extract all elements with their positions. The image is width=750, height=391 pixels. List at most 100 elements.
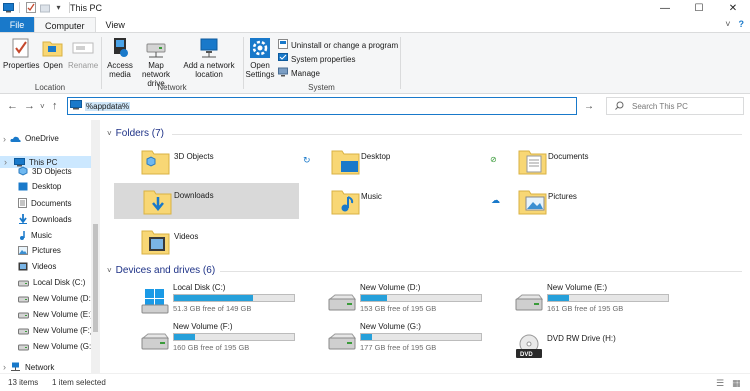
folder-tile-pictures[interactable]: Pictures [517, 184, 677, 218]
search-icon [615, 101, 624, 112]
group-network: Access media Map network drive Add a net… [102, 35, 242, 93]
folder-tile-3d-objects[interactable]: 3D Objects [140, 144, 300, 178]
forward-arrow-icon[interactable]: → [24, 100, 35, 112]
search-input: Search This PC [632, 101, 688, 111]
hard-drive-icon [327, 293, 357, 315]
recent-locations-icon[interactable]: ˅ [40, 102, 45, 111]
search-box[interactable]: Search This PC [606, 97, 744, 115]
uninstall-program-button[interactable]: Uninstall or change a program [278, 39, 398, 51]
drive-tile[interactable]: DVD DVD RW Drive (H:) [514, 322, 674, 358]
drive-icon [18, 343, 29, 351]
scrollbar-thumb[interactable] [93, 224, 98, 332]
nav-item-documents[interactable]: Documents [18, 198, 71, 208]
system-actions-list: Uninstall or change a program System pro… [278, 39, 398, 79]
tab-view[interactable]: View [96, 17, 135, 33]
quick-access-toolbar: ▾ [3, 2, 72, 13]
nav-item-desktop[interactable]: Desktop [18, 182, 61, 191]
new-folder-icon[interactable] [39, 2, 50, 13]
drive-icon [18, 327, 29, 335]
computer-icon [70, 100, 82, 112]
music-icon [18, 230, 27, 240]
nav-scrollbar[interactable] [91, 120, 100, 373]
picture-icon [18, 246, 28, 255]
nav-item-pictures[interactable]: Pictures [18, 246, 61, 255]
open-button[interactable]: Open [42, 37, 64, 70]
nav-item-new-volume-f[interactable]: New Volume (F:) [18, 326, 93, 335]
customize-toolbar-icon[interactable]: ▾ [53, 2, 64, 13]
hard-drive-icon [514, 293, 544, 315]
drive-tile[interactable]: New Volume (E:) 161 GB free of 195 GB [514, 283, 674, 317]
folders-section-header[interactable]: ˅ Folders (7) [107, 128, 164, 139]
maximize-button[interactable]: ☐ [682, 0, 716, 16]
folder-tile-desktop[interactable]: Desktop [330, 144, 490, 178]
properties-checkmark-icon[interactable] [25, 2, 36, 13]
up-arrow-icon[interactable]: ↑ [52, 100, 58, 112]
drive-free-space: 161 GB free of 195 GB [547, 304, 624, 313]
cloud-icon [10, 135, 21, 143]
chevron-right-icon[interactable]: › [3, 134, 6, 144]
hard-drive-icon [327, 332, 357, 354]
cloud-icon: ☁ [491, 195, 500, 205]
nav-item-new-volume-g[interactable]: New Volume (G:) [18, 342, 94, 351]
nav-item-new-volume-d[interactable]: New Volume (D: [18, 294, 91, 303]
rename-button[interactable]: Rename [68, 37, 98, 70]
rename-icon [72, 37, 94, 59]
drive-usage-bar [360, 294, 482, 302]
settings-gear-icon [249, 37, 271, 59]
map-network-drive-button[interactable]: Map network drive [136, 37, 176, 88]
uninstall-icon [278, 39, 288, 51]
nav-item-onedrive[interactable]: › OneDrive [3, 134, 59, 144]
nav-item-label: New Volume (D: [33, 294, 91, 303]
network-icon [10, 362, 21, 372]
nav-item-3d-objects[interactable]: 3D Objects [18, 166, 72, 176]
folder-tile-documents[interactable]: Documents [517, 144, 677, 178]
nav-item-label: Pictures [32, 246, 61, 255]
system-properties-button[interactable]: System properties [278, 53, 398, 65]
nav-item-network[interactable]: › Network [3, 362, 54, 372]
nav-item-music[interactable]: Music [18, 230, 52, 240]
address-bar[interactable]: %appdata% [67, 97, 577, 115]
close-button[interactable]: ✕ [716, 0, 750, 16]
chevron-right-icon[interactable]: › [3, 362, 6, 372]
group-divider [400, 37, 401, 89]
folder-tile-music[interactable]: Music [330, 184, 490, 218]
folder-tile-downloads[interactable]: Downloads [114, 183, 299, 219]
drive-icon [18, 295, 29, 303]
minimize-button[interactable]: — [648, 0, 682, 16]
drive-tile[interactable]: New Volume (D:) 153 GB free of 195 GB [327, 283, 487, 317]
nav-item-local-disk-c[interactable]: Local Disk (C:) [18, 278, 85, 287]
back-arrow-icon[interactable]: ← [7, 100, 18, 112]
file-explorer-window: ▾ This PC — ☐ ✕ File Computer View ˅ ? P… [0, 0, 750, 391]
toolbar-divider [19, 2, 20, 13]
chevron-right-icon[interactable]: › [4, 157, 7, 167]
nav-item-videos[interactable]: Videos [18, 262, 56, 271]
address-input[interactable]: %appdata% [85, 101, 131, 111]
manage-button[interactable]: Manage [278, 67, 398, 79]
help-icon[interactable]: ? [739, 19, 745, 29]
details-view-icon[interactable]: ☰ [716, 378, 724, 389]
drive-tile[interactable]: Local Disk (C:) 51.3 GB free of 149 GB [140, 283, 300, 317]
access-media-button[interactable]: Access media [106, 37, 134, 79]
tab-computer[interactable]: Computer [34, 17, 96, 33]
expand-ribbon-icon[interactable]: ˅ [725, 19, 730, 29]
hard-drive-icon [140, 332, 170, 354]
add-network-location-button[interactable]: Add a network location [180, 37, 238, 79]
drive-tile[interactable]: New Volume (G:) 177 GB free of 195 GB [327, 322, 487, 356]
drive-icon [18, 279, 29, 287]
devices-section-header[interactable]: ˅ Devices and drives (6) [107, 265, 215, 276]
desktop-icon [18, 182, 28, 191]
go-arrow-icon[interactable]: → [580, 97, 598, 115]
tab-file[interactable]: File [0, 17, 34, 33]
nav-item-downloads[interactable]: Downloads [18, 214, 72, 224]
sync-icon: ↻ [303, 155, 311, 165]
drive-name: New Volume (G:) [360, 322, 421, 331]
drive-free-space: 160 GB free of 195 GB [173, 343, 250, 352]
drive-usage-fill [361, 334, 373, 340]
tiles-view-icon[interactable]: ▦ [732, 378, 741, 389]
open-settings-button[interactable]: Open Settings [244, 37, 276, 79]
folder-tile-videos[interactable]: Videos [140, 224, 300, 258]
nav-item-label: New Volume (G:) [33, 342, 94, 351]
properties-button[interactable]: Properties [3, 37, 39, 70]
drive-tile[interactable]: New Volume (F:) 160 GB free of 195 GB [140, 322, 300, 356]
nav-item-new-volume-e[interactable]: New Volume (E:) [18, 310, 93, 319]
